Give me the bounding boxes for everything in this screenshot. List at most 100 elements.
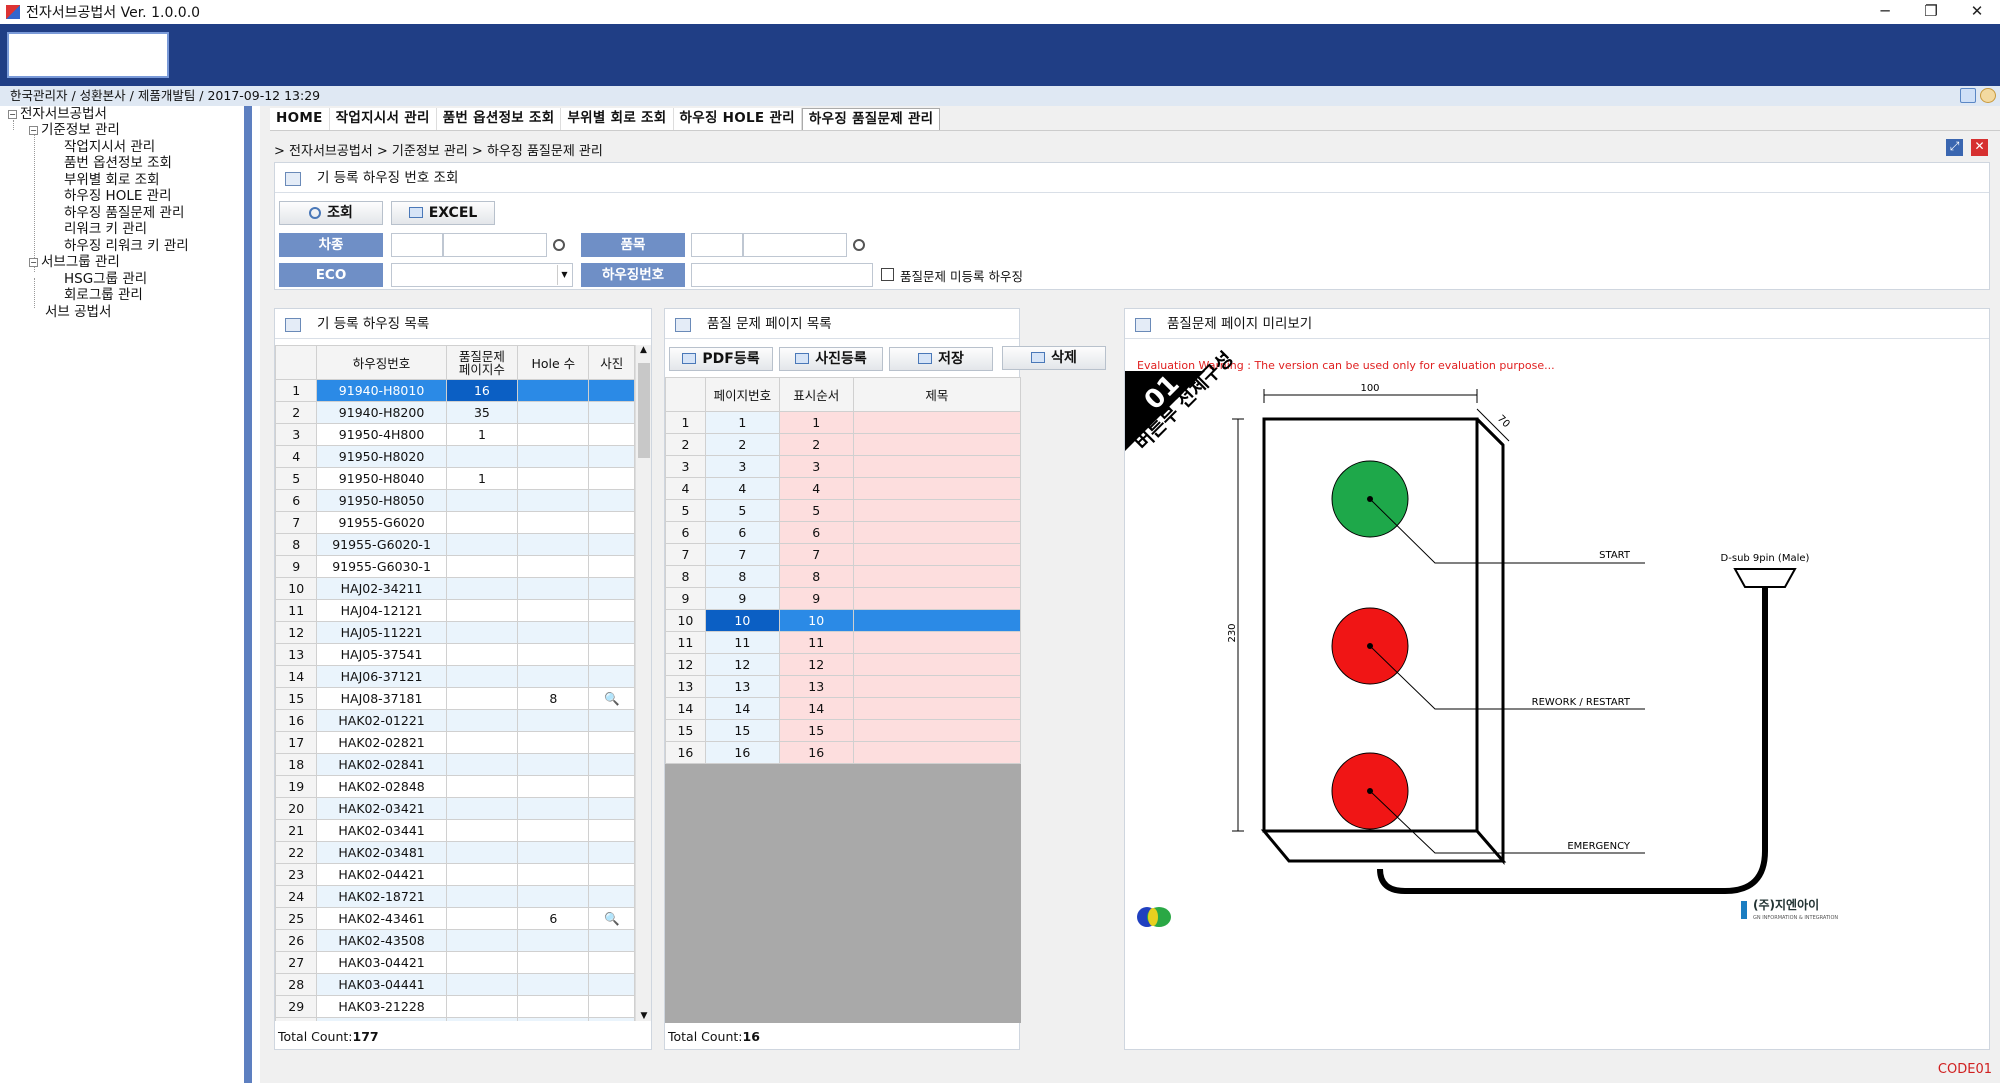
grid-cell[interactable] — [517, 379, 590, 402]
row-number[interactable]: 1 — [665, 411, 706, 434]
grid-cell[interactable] — [445, 929, 519, 952]
photo-cell[interactable] — [588, 511, 635, 534]
grid-cell[interactable] — [517, 885, 590, 908]
grid-cell[interactable] — [517, 995, 590, 1018]
table-row[interactable]: 9 91955-G6030-1 — [275, 555, 635, 578]
row-number[interactable]: 16 — [275, 709, 318, 732]
grid-cell[interactable] — [445, 819, 519, 842]
unregistered-checkbox[interactable] — [881, 268, 894, 281]
table-row[interactable]: 15 HAJ08-37181 8 🔍 — [275, 687, 635, 710]
table-row[interactable]: 6 91950-H8050 — [275, 489, 635, 512]
table-row[interactable]: 17 HAK02-02821 — [275, 731, 635, 754]
row-number[interactable]: 23 — [275, 863, 318, 886]
row-number[interactable]: 24 — [275, 885, 318, 908]
table-row[interactable]: 111 — [665, 411, 1021, 434]
table-row[interactable]: 12 HAJ05-11221 — [275, 621, 635, 644]
row-number[interactable]: 27 — [275, 951, 318, 974]
grid-cell[interactable] — [517, 819, 590, 842]
grid-cell[interactable]: HAK02-43461 — [316, 907, 447, 930]
car-name-input[interactable] — [443, 233, 547, 257]
row-number[interactable]: 13 — [275, 643, 318, 666]
row-number[interactable]: 12 — [275, 621, 318, 644]
grid-cell[interactable]: 9 — [704, 587, 780, 610]
grid-cell[interactable]: 15 — [704, 719, 780, 742]
grid-cell[interactable]: 2 — [704, 433, 780, 456]
table-row[interactable]: 11 11 11 — [665, 631, 1021, 654]
grid-cell[interactable] — [445, 599, 519, 622]
table-row[interactable]: 16 16 16 — [665, 741, 1021, 764]
grid-cell[interactable] — [517, 445, 590, 468]
grid-cell[interactable]: HAK03-21228 — [316, 995, 447, 1018]
grid-cell[interactable] — [517, 643, 590, 666]
row-number[interactable]: 1 — [275, 379, 318, 402]
housing-grid[interactable]: 하우징번호 품질문제 페이지수 Hole 수 사진 1 91940-H8010 16 2… — [275, 345, 635, 1021]
grid-cell[interactable] — [517, 533, 590, 556]
tree-item-circuit[interactable]: 부위별 회로 조회 — [64, 172, 160, 188]
grid-cell[interactable] — [445, 577, 519, 600]
table-row[interactable]: 10 HAJ02-34211 — [275, 577, 635, 600]
photo-cell[interactable] — [588, 643, 635, 666]
row-number[interactable]: 30 — [275, 1017, 318, 1021]
grid-cell[interactable]: 16 — [778, 741, 854, 764]
grid-cell[interactable] — [445, 445, 519, 468]
grid-cell[interactable]: 5 — [704, 499, 780, 522]
grid-cell[interactable] — [445, 951, 519, 974]
grid-cell[interactable] — [445, 797, 519, 820]
photo-cell[interactable] — [588, 379, 635, 402]
table-row[interactable]: 24 HAK02-18721 — [275, 885, 635, 908]
row-number[interactable]: 2 — [665, 433, 706, 456]
row-number[interactable]: 8 — [665, 565, 706, 588]
grid-cell[interactable] — [517, 423, 590, 446]
table-row[interactable]: 23 HAK02-04421 — [275, 863, 635, 886]
item-search-icon[interactable] — [853, 239, 865, 251]
row-number[interactable]: 14 — [665, 697, 706, 720]
col-page-no[interactable]: 페이지번호 — [704, 377, 780, 412]
row-number[interactable]: 11 — [275, 599, 318, 622]
table-row[interactable]: 10 10 10 — [665, 609, 1021, 632]
grid-cell[interactable]: 5 — [778, 499, 854, 522]
grid-cell[interactable] — [445, 863, 519, 886]
grid-cell[interactable] — [445, 511, 519, 534]
table-row[interactable]: 19 HAK02-02848 — [275, 775, 635, 798]
col-quality-pages[interactable]: 품질문제 페이지수 — [445, 345, 519, 380]
grid-cell[interactable]: 8 — [778, 565, 854, 588]
photo-cell[interactable] — [588, 995, 635, 1018]
grid-cell[interactable] — [852, 631, 1021, 654]
tab-quality[interactable]: 하우징 품질문제 관리 — [801, 108, 941, 130]
table-row[interactable]: 222 — [665, 433, 1021, 456]
table-row[interactable]: 30HAK03-53401 — [275, 1017, 635, 1021]
photo-cell[interactable] — [588, 555, 635, 578]
row-number[interactable]: 21 — [275, 819, 318, 842]
grid-cell[interactable] — [445, 907, 519, 930]
grid-cell[interactable] — [852, 499, 1021, 522]
table-row[interactable]: 27 HAK03-04421 — [275, 951, 635, 974]
tree-item-circuit-group[interactable]: 회로그룹 관리 — [64, 287, 143, 303]
item-code-input[interactable] — [691, 233, 743, 257]
grid-cell[interactable]: HAK02-03441 — [316, 819, 447, 842]
grid-cell[interactable]: HAK03-04441 — [316, 973, 447, 996]
grid-cell[interactable]: 11 — [704, 631, 780, 654]
screen-icon[interactable] — [1960, 88, 1976, 103]
photo-cell[interactable] — [588, 621, 635, 644]
photo-cell[interactable] — [588, 731, 635, 754]
grid-cell[interactable]: 8 — [704, 565, 780, 588]
photo-cell[interactable] — [588, 709, 635, 732]
grid-cell[interactable]: 3 — [778, 455, 854, 478]
row-number[interactable]: 25 — [275, 907, 318, 930]
row-number[interactable]: 7 — [665, 543, 706, 566]
table-row[interactable]: 8 91955-G6020-1 — [275, 533, 635, 556]
grid-cell[interactable]: 91940-H8200 — [316, 401, 447, 424]
grid-cell[interactable]: 3 — [704, 455, 780, 478]
grid-cell[interactable] — [517, 775, 590, 798]
close-panel-icon[interactable]: ✕ — [1971, 139, 1988, 156]
row-number[interactable]: 28 — [275, 973, 318, 996]
search-icon[interactable] — [1980, 88, 1996, 103]
grid-cell[interactable] — [517, 1017, 590, 1021]
grid-cell[interactable]: HAK02-02848 — [316, 775, 447, 798]
grid-cell[interactable]: 8 — [517, 687, 590, 710]
row-number[interactable]: 10 — [665, 609, 706, 632]
tree-item-hole[interactable]: 하우징 HOLE 관리 — [64, 188, 172, 204]
table-row[interactable]: 21 HAK02-03441 — [275, 819, 635, 842]
grid-cell[interactable] — [517, 709, 590, 732]
photo-cell[interactable] — [588, 467, 635, 490]
